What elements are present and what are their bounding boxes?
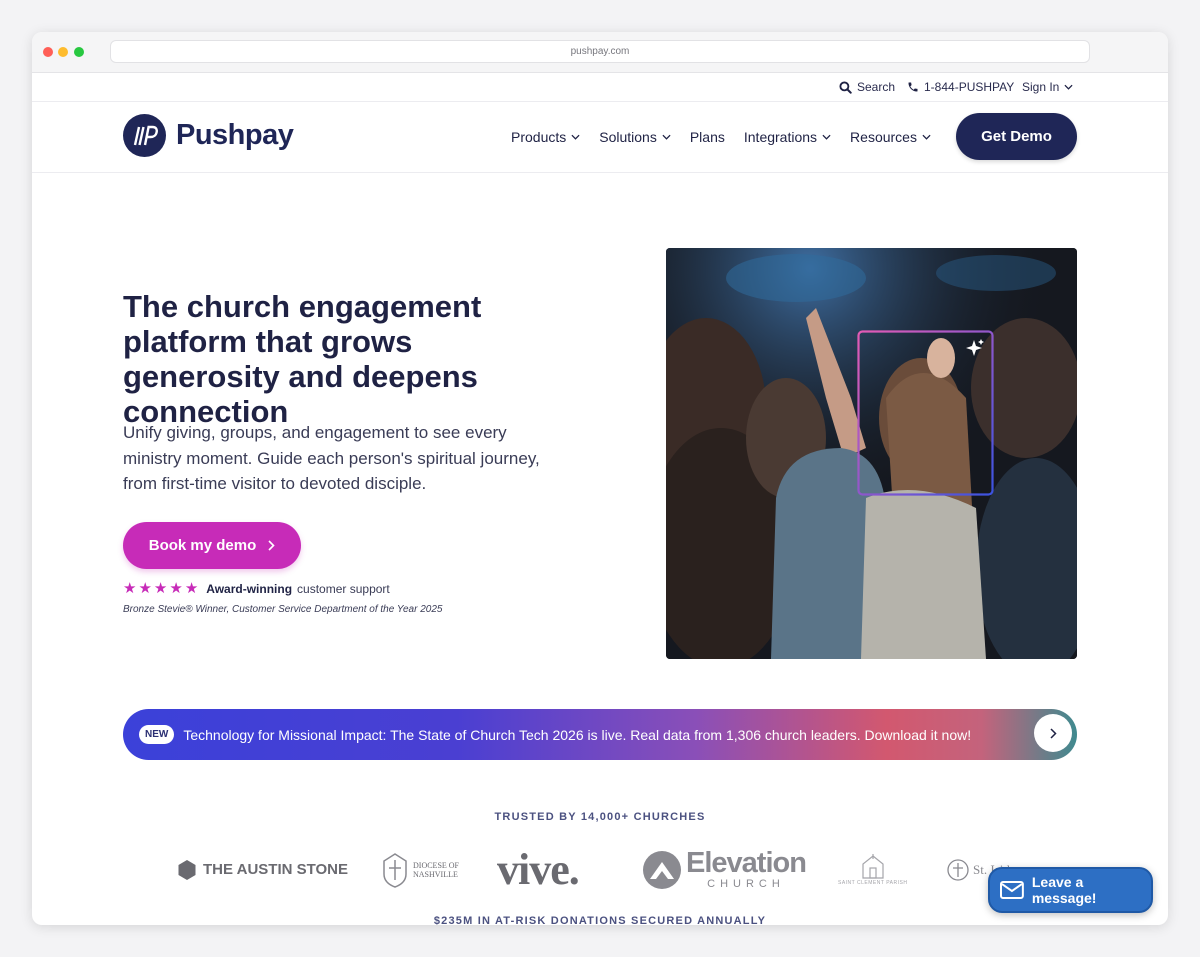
leave-message-label: Leave a message!	[1031, 874, 1097, 906]
minimize-window-button[interactable]	[58, 47, 68, 57]
browser-chrome: pushpay.com	[32, 32, 1168, 73]
chevron-down-icon	[922, 134, 931, 140]
search-link[interactable]: Search	[839, 80, 895, 94]
main-navigation: Pushpay Products Solutions Plans Integra…	[32, 102, 1168, 173]
hero-subtitle: Unify giving, groups, and engagement to …	[123, 423, 540, 493]
nav-plans[interactable]: Plans	[690, 129, 725, 145]
logo-saint-clement-text: SAINT CLEMENT PARISH	[838, 879, 908, 886]
logo-vive: vive.	[497, 845, 580, 894]
address-bar[interactable]: pushpay.com	[110, 40, 1090, 63]
logo-wordmark: Pushpay	[176, 119, 294, 151]
leave-message-button[interactable]: Leave a message!	[988, 867, 1153, 913]
signin-label: Sign In	[1022, 80, 1060, 94]
logo-elevation-church: Elevation CHURCH	[642, 847, 807, 892]
phone-link[interactable]: 1-844-PUSHPAY	[907, 80, 1014, 94]
maximize-window-button[interactable]	[74, 47, 84, 57]
crest-icon	[383, 852, 407, 888]
book-demo-button[interactable]: Book my demo	[123, 522, 301, 569]
pushpay-logo[interactable]: Pushpay	[123, 114, 294, 157]
utility-bar: Search 1-844-PUSHPAY Sign In	[32, 73, 1168, 102]
logo-vive-text: vive.	[497, 845, 580, 894]
trusted-heading: TRUSTED BY 14,000+ CHURCHES	[494, 811, 706, 823]
award-rating: ★ ★ ★ ★ ★ Award-winning customer support	[123, 581, 390, 596]
award-bold-text: Award-winning	[206, 581, 293, 596]
logo-diocese-text: DIOCESE OF NASHVILLE	[413, 860, 460, 879]
nav-integrations-label: Integrations	[743, 129, 818, 145]
logo-diocese-nashville: DIOCESE OF NASHVILLE	[382, 847, 473, 892]
cross-circle-icon	[947, 858, 969, 881]
nav-products-label: Products	[511, 129, 567, 145]
banner-text: Technology for Missional Impact: The Sta…	[183, 726, 972, 743]
nav-solutions-label: Solutions	[599, 129, 657, 145]
logo-elevation-text: Elevation	[686, 847, 807, 879]
nav-resources[interactable]: Resources	[850, 129, 931, 145]
logo-austin-stone-text: THE AUSTIN STONE	[203, 861, 349, 878]
chevron-down-icon	[571, 134, 580, 140]
book-demo-label: Book my demo	[148, 537, 257, 554]
hexagon-icon	[178, 859, 196, 880]
nav-plans-label: Plans	[689, 129, 725, 145]
star-icon: ★	[138, 580, 152, 597]
elevation-mark-icon	[643, 850, 681, 889]
logo-austin-stone: THE AUSTIN STONE	[178, 847, 348, 892]
donations-stat: $235M IN AT-RISK DONATIONS SECURED ANNUA…	[433, 915, 767, 925]
logo-saint-clement: SAINT CLEMENT PARISH	[838, 847, 907, 892]
nav-integrations[interactable]: Integrations	[744, 129, 831, 145]
star-icon: ★	[123, 580, 137, 597]
church-building-icon	[862, 853, 884, 879]
award-rest-text: customer support	[297, 581, 390, 596]
chevron-down-icon	[1064, 84, 1073, 90]
chevron-right-icon	[268, 540, 275, 551]
chevron-down-icon	[822, 134, 831, 140]
nav-products[interactable]: Products	[511, 129, 580, 145]
nav-resources-label: Resources	[850, 129, 917, 145]
close-window-button[interactable]	[43, 47, 53, 57]
chevron-right-icon	[1049, 727, 1057, 739]
signin-menu[interactable]: Sign In	[1022, 80, 1073, 94]
award-note: Bronze Stevie® Winner, Customer Service …	[123, 604, 443, 615]
star-icon: ★	[169, 580, 183, 597]
phone-number: 1-844-PUSHPAY	[924, 80, 1015, 94]
chevron-down-icon	[662, 134, 671, 140]
get-demo-button[interactable]: Get Demo	[956, 113, 1077, 160]
search-icon	[839, 80, 852, 94]
logo-mark-icon	[123, 114, 166, 157]
browser-window: pushpay.com Search 1-844-PUSHPAY Sign In…	[32, 32, 1168, 925]
announcement-banner[interactable]: NEW Technology for Missional Impact: The…	[123, 709, 1077, 760]
new-badge: NEW	[139, 725, 175, 744]
search-label: Search	[857, 80, 896, 94]
nav-solutions[interactable]: Solutions	[599, 129, 671, 145]
mail-icon	[1000, 881, 1024, 899]
phone-icon	[908, 82, 918, 92]
star-icon: ★	[184, 580, 199, 597]
hero-title: The church engagement platform that grow…	[123, 289, 482, 429]
hero-worship-photo	[666, 248, 1077, 659]
primary-menu: Products Solutions Plans Integrations Re…	[511, 129, 950, 145]
banner-arrow-button[interactable]	[1034, 714, 1072, 752]
logo-church-text: CHURCH	[707, 878, 785, 890]
star-icon: ★	[153, 580, 168, 597]
